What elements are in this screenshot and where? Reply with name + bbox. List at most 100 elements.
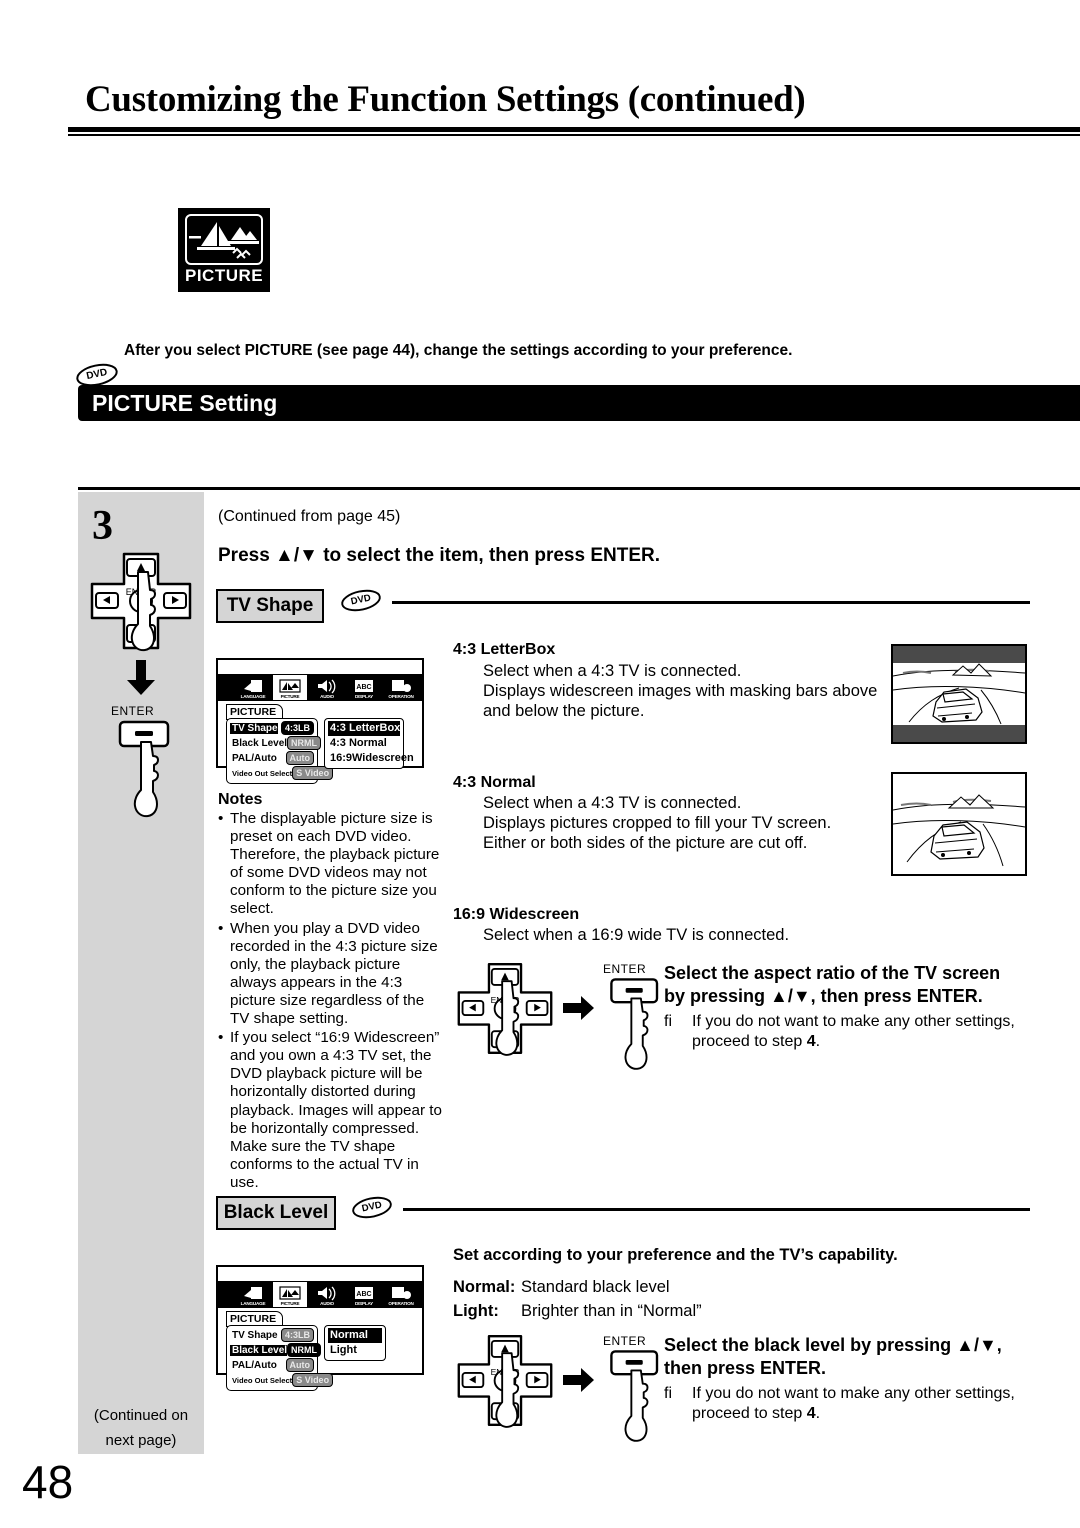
enter-key-label-tvshape: ENTER <box>603 962 647 976</box>
dpad-updown-illustration-tvshape: ENTER <box>455 958 555 1081</box>
svg-text:ABC: ABC <box>356 684 371 691</box>
continued-next-page-note: (Continued on next page) <box>78 1400 204 1454</box>
notes-list: The displayable picture size is preset o… <box>217 810 445 1193</box>
osd-tab-picture-2[interactable]: PICTURE <box>273 1282 307 1307</box>
osd-screen-tv-shape: LANGUAGE PICTURE AUDIO ABC DISPLAY OPERA… <box>216 658 424 784</box>
osd-row-black-level-2[interactable]: Black Level NRML <box>230 1343 322 1357</box>
tv-shape-divider <box>392 601 1030 604</box>
osd-tab-audio[interactable]: AUDIO <box>310 675 344 700</box>
flow-right-arrow-blacklevel <box>563 1367 595 1398</box>
osd-row-tv-shape-value: 4:3LB <box>280 721 314 735</box>
svg-text:DVD: DVD <box>350 592 372 607</box>
osd-settings-list: TV Shape 4:3LB Black Level NRML PAL/Auto… <box>226 718 334 784</box>
osd-row-video-out-label: Video Out Select <box>232 768 293 778</box>
action-title-blacklevel-line-2: then press ENTER. <box>664 1357 827 1378</box>
dpad-updown-illustration: ENTER <box>88 550 194 675</box>
action-note-marker-tvshape: fi <box>664 1013 672 1030</box>
enter-key-label: ENTER <box>111 704 155 718</box>
osd-row-video-out-select-2[interactable]: Video Out Select S Video <box>230 1373 334 1387</box>
black-level-divider <box>403 1208 1030 1211</box>
action-note-blacklevel-line-2: proceed to step 4. <box>692 1405 821 1422</box>
definition-value-light: Brighter than in “Normal” <box>521 1302 702 1320</box>
osd-row-video-out-select[interactable]: Video Out Select S Video <box>230 766 334 780</box>
option-body-normal: Select when a 4:3 TV is connected. Displ… <box>483 793 903 853</box>
osd-settings-list-2: TV Shape 4:3LB Black Level NRML PAL/Auto… <box>226 1325 334 1391</box>
osd-tab-audio-2[interactable]: AUDIO <box>310 1282 344 1307</box>
osd-row-pal-auto-2-value: Auto <box>285 1358 314 1372</box>
continued-from-note: (Continued from page 45) <box>218 508 401 525</box>
action-note-marker-blacklevel: fi <box>664 1385 672 1402</box>
action-title-tvshape-line-1: Select the aspect ratio of the TV screen <box>664 963 1001 983</box>
continued-next-line-2: next page) <box>105 1432 177 1449</box>
definition-value-normal: Standard black level <box>521 1278 670 1296</box>
action-title-tvshape-line-2: by pressing ▲/▼, then press ENTER. <box>664 985 983 1006</box>
osd-row-black-level-2-label: Black Level <box>230 1344 288 1356</box>
option-letterbox-line-1: Select when a 4:3 TV is connected. <box>483 662 742 680</box>
osd-row-video-out-2-label: Video Out Select <box>232 1375 293 1385</box>
option-letterbox-line-3: and below the picture. <box>483 702 645 720</box>
osd-row-tv-shape[interactable]: TV Shape 4:3LB <box>230 721 314 735</box>
osd-submenu-tv-shape: 4:3 LetterBox 4:3 Normal 16:9Widescreen <box>324 718 414 769</box>
svg-text:DVD: DVD <box>85 367 108 382</box>
step-instruction: Press ▲/▼ to select the item, then press… <box>218 545 661 566</box>
flow-right-arrow-tvshape <box>563 995 595 1026</box>
osd-tab-display-2[interactable]: ABC DISPLAY <box>347 1282 381 1307</box>
dvd-media-badge-blacklevel: DVD <box>350 1195 394 1220</box>
osd-submenu-item-normal[interactable]: 4:3 Normal <box>328 736 400 751</box>
osd-row-pal-auto-2[interactable]: PAL/Auto Auto <box>230 1358 314 1372</box>
option-normal-line-1: Select when a 4:3 TV is connected. <box>483 794 742 812</box>
tv-shape-label-box: TV Shape <box>216 589 324 623</box>
black-level-definition-light: Light: Brighter than in “Normal” <box>453 1299 702 1323</box>
svg-text:DVD: DVD <box>361 1199 383 1214</box>
osd-tab-operation-2[interactable]: OPERATION <box>384 1282 418 1307</box>
osd-tab-bar-black-level: LANGUAGE PICTURE AUDIO ABC DISPLAY OPERA… <box>218 1281 422 1308</box>
osd-row-pal-auto-value: Auto <box>285 751 314 765</box>
osd-row-video-out-2-value: S Video <box>292 1373 334 1387</box>
osd-tab-display[interactable]: ABC DISPLAY <box>347 675 381 700</box>
osd-submenu-item-widescreen[interactable]: 16:9Widescreen <box>328 751 414 766</box>
osd-submenu-item-letterbox[interactable]: 4:3 LetterBox <box>328 721 400 736</box>
osd-submenu-black-level: Normal Light <box>324 1325 386 1361</box>
option-letterbox-line-2: Displays widescreen images with masking … <box>483 682 878 700</box>
osd-row-black-level[interactable]: Black Level NRML <box>230 736 322 750</box>
osd-tab-operation-label: OPERATION <box>388 694 414 699</box>
page-title: Customizing the Function Settings (conti… <box>85 79 806 120</box>
osd-submenu-item-normal-bl[interactable]: Normal <box>328 1328 382 1343</box>
action-title-blacklevel-line-1: Select the black level by pressing ▲/▼, <box>664 1335 1002 1355</box>
osd-tab-operation[interactable]: OPERATION <box>384 675 418 700</box>
note-item-1: The displayable picture size is preset o… <box>218 810 445 919</box>
continued-next-line-1: (Continued on <box>93 1407 189 1424</box>
black-level-label-box: Black Level <box>216 1196 336 1230</box>
picture-category-badge: PICTURE <box>178 208 270 292</box>
option-normal-line-2: Displays pictures cropped to fill your T… <box>483 814 832 832</box>
osd-tab-display-label: DISPLAY <box>354 694 374 699</box>
option-body-letterbox: Select when a 4:3 TV is connected. Displ… <box>483 661 903 721</box>
step-top-divider <box>78 487 1080 490</box>
osd-tab-operation-2-label: OPERATION <box>388 1301 414 1306</box>
definition-key-normal: Normal: <box>453 1278 516 1296</box>
action-title-blacklevel: Select the black level by pressing ▲/▼, … <box>664 1334 1064 1379</box>
osd-tab-picture[interactable]: PICTURE <box>273 675 307 700</box>
enter-key-illustration <box>108 720 188 825</box>
step-number: 3 <box>92 503 113 549</box>
step-sidebar: 3 ENTER ENTER <box>78 492 204 1432</box>
option-title-widescreen: 16:9 Widescreen <box>453 906 580 923</box>
osd-tab-language[interactable]: LANGUAGE <box>236 675 270 700</box>
option-title-letterbox: 4:3 LetterBox <box>453 641 556 658</box>
osd-tab-audio-label: AUDIO <box>320 694 334 699</box>
page-number: 48 <box>22 1456 74 1508</box>
osd-row-pal-auto[interactable]: PAL/Auto Auto <box>230 751 314 765</box>
osd-tab-language-2[interactable]: LANGUAGE <box>236 1282 270 1307</box>
osd-submenu-item-light-bl[interactable]: Light <box>328 1343 382 1358</box>
option-normal-line-3: Either or both sides of the picture are … <box>483 834 808 852</box>
osd-tab-display-2-label: DISPLAY <box>354 1301 374 1306</box>
osd-row-black-level-value: NRML <box>287 736 322 750</box>
osd-screen-black-level: LANGUAGE PICTURE AUDIO ABC DISPLAY OPERA… <box>216 1265 424 1391</box>
osd-row-tv-shape-2[interactable]: TV Shape 4:3LB <box>230 1328 314 1342</box>
option-body-widescreen: Select when a 16:9 wide TV is connected. <box>483 925 903 945</box>
action-note-tvshape: fi If you do not want to make any other … <box>664 1012 1064 1052</box>
osd-tab-bar: LANGUAGE PICTURE AUDIO ABC DISPLAY OPERA… <box>218 674 422 701</box>
osd-row-tv-shape-label: TV Shape <box>230 722 278 734</box>
option-widescreen-line-1: Select when a 16:9 wide TV is connected. <box>483 926 790 944</box>
section-header-bar: PICTURE Setting <box>78 385 1080 421</box>
